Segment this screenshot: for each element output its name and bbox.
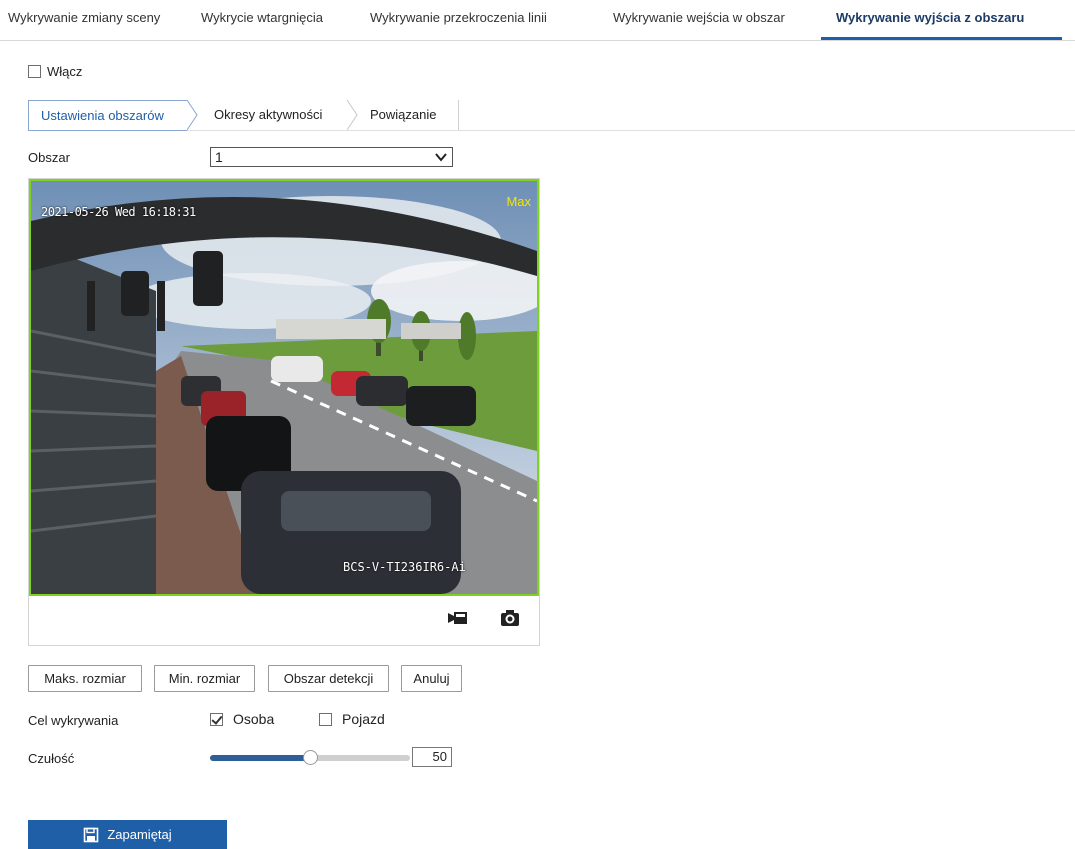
tab-scene-change[interactable]: Wykrywanie zmiany sceny	[8, 0, 160, 38]
detection-area-button[interactable]: Obszar detekcji	[268, 665, 389, 692]
person-label: Osoba	[233, 711, 275, 727]
tab-region-exit[interactable]: Wykrywanie wyjścia z obszaru	[836, 0, 1024, 38]
tab-intrusion[interactable]: Wykrycie wtargnięcia	[201, 0, 323, 38]
enable-label: Włącz	[47, 64, 83, 79]
chevron-down-icon	[435, 153, 447, 162]
chevron-divider-icon	[347, 100, 358, 130]
vehicle-label: Pojazd	[342, 711, 385, 727]
min-size-button[interactable]: Min. rozmiar	[154, 665, 255, 692]
detection-tabs: Wykrywanie zmiany sceny Wykrycie wtargni…	[0, 0, 1075, 41]
cancel-button[interactable]: Anuluj	[401, 665, 462, 692]
osd-timestamp: 2021-05-26 Wed 16:18:31	[41, 205, 196, 219]
osd-max-label: Max	[506, 194, 531, 209]
sensitivity-value-field[interactable]: 50	[412, 747, 452, 767]
camera-icon[interactable]	[499, 609, 521, 627]
area-select-value: 1	[215, 149, 223, 165]
area-label: Obszar	[28, 150, 70, 165]
tab-line-crossing[interactable]: Wykrywanie przekroczenia linii	[370, 0, 547, 38]
video-toolbar	[29, 596, 539, 645]
vehicle-checkbox[interactable]	[319, 712, 332, 726]
target-person-option[interactable]: Osoba	[210, 711, 274, 727]
settings-subtabs: Ustawienia obszarów Okresy aktywności Po…	[28, 100, 1075, 131]
record-icon[interactable]	[447, 609, 469, 627]
subtab-end-divider	[458, 100, 459, 130]
slider-handle[interactable]	[303, 750, 318, 765]
target-label: Cel wykrywania	[28, 713, 119, 728]
subtab-area-settings[interactable]: Ustawienia obszarów	[28, 100, 187, 131]
live-video[interactable]: 2021-05-26 Wed 16:18:31 Max BCS-V-TI236I…	[29, 179, 539, 596]
sensitivity-slider[interactable]	[210, 750, 410, 766]
max-size-button[interactable]: Maks. rozmiar	[28, 665, 142, 692]
area-select[interactable]: 1	[210, 147, 453, 167]
save-button[interactable]: Zapamiętaj	[28, 820, 227, 849]
camera-scene-image	[31, 181, 537, 594]
sensitivity-label: Czułość	[28, 751, 75, 766]
enable-checkbox[interactable]	[28, 65, 41, 78]
target-vehicle-option[interactable]: Pojazd	[319, 711, 385, 727]
osd-camera-name: BCS-V-TI236IR6-Ai	[343, 560, 466, 574]
tab-region-entrance[interactable]: Wykrywanie wejścia w obszar	[613, 0, 785, 38]
live-view-panel: 2021-05-26 Wed 16:18:31 Max BCS-V-TI236I…	[28, 178, 540, 646]
chevron-divider-icon	[187, 100, 198, 130]
save-icon	[84, 827, 99, 842]
save-label: Zapamiętaj	[107, 827, 172, 842]
person-checkbox[interactable]	[210, 712, 223, 726]
enable-toggle[interactable]: Włącz	[28, 64, 82, 79]
active-tab-indicator	[821, 37, 1062, 40]
slider-fill	[210, 755, 311, 761]
subtab-linkage[interactable]: Powiązanie	[370, 100, 437, 129]
subtab-arming-schedule[interactable]: Okresy aktywności	[214, 100, 323, 129]
